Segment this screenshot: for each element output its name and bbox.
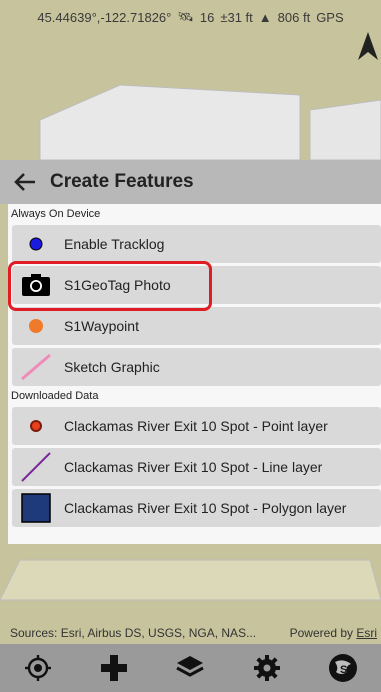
page-title: Create Features — [50, 171, 194, 192]
list-item-label: Clackamas River Exit 10 Spot - Polygon l… — [64, 500, 347, 516]
list-item-label: Sketch Graphic — [64, 359, 160, 375]
sketch-graphic-item[interactable]: Sketch Graphic — [12, 348, 381, 386]
locate-button[interactable] — [18, 648, 58, 688]
selection-highlight — [8, 261, 212, 311]
add-icon — [101, 655, 128, 681]
list-item-label: Clackamas River Exit 10 Spot - Line laye… — [64, 459, 323, 475]
line-layer-item[interactable]: Clackamas River Exit 10 Spot - Line laye… — [12, 448, 381, 486]
esri-link[interactable]: Esri — [356, 626, 377, 640]
red-point-icon — [30, 420, 42, 432]
list-item-label: Enable Tracklog — [64, 236, 165, 252]
accuracy-text: ±31 ft — [220, 9, 253, 25]
list-item-label: S1Waypoint — [64, 318, 139, 334]
north-arrow-icon[interactable] — [357, 30, 379, 62]
gps-source-text: GPS — [316, 9, 344, 25]
section-downloaded: Downloaded Data — [11, 390, 99, 402]
satellite-count: 16 — [199, 9, 215, 25]
back-button[interactable] — [0, 172, 50, 192]
polygon-layer-item[interactable]: Clackamas River Exit 10 Spot - Polygon l… — [12, 489, 381, 527]
gps-status-bar: 45.44639°,-122.71826° 🛰 16 ±31 ft ▲ 806 … — [0, 0, 381, 34]
list-item-label: Clackamas River Exit 10 Spot - Point lay… — [64, 418, 328, 434]
s1-logo-icon: S1 — [328, 654, 357, 682]
satellite-icon: 🛰 — [177, 9, 194, 24]
layers-icon — [176, 656, 205, 677]
elevation-text: 806 ft — [277, 9, 311, 25]
coordinates-text: 45.44639°,-122.71826° — [37, 9, 172, 25]
section-device: Always On Device — [11, 208, 101, 220]
pink-line-icon — [21, 353, 51, 381]
point-layer-item[interactable]: Clackamas River Exit 10 Spot - Point lay… — [12, 407, 381, 445]
blue-dot-icon — [29, 237, 43, 251]
locate-icon — [25, 655, 52, 681]
enable-tracklog-item[interactable]: Enable Tracklog — [12, 225, 381, 263]
features-list: Always On Device Enable Tracklog S1GeoTa… — [8, 204, 381, 544]
layers-button[interactable] — [170, 648, 210, 688]
waypoint-item[interactable]: S1Waypoint — [12, 307, 381, 345]
bottom-toolbar: S1 — [0, 644, 381, 692]
back-arrow-icon — [14, 173, 35, 191]
attribution-sources: Sources: Esri, Airbus DS, USGS, NGA, NAS… — [10, 626, 257, 640]
create-features-header: Create Features — [0, 160, 381, 204]
powered-by: Powered by Esri — [289, 626, 377, 640]
s1-menu-button[interactable]: S1 — [323, 648, 363, 688]
settings-icon — [253, 655, 280, 681]
map-attribution: Sources: Esri, Airbus DS, USGS, NGA, NAS… — [0, 622, 381, 644]
elevation-icon: ▲ — [258, 9, 272, 25]
add-button[interactable] — [94, 648, 134, 688]
polygon-icon — [21, 493, 51, 523]
orange-dot-icon — [29, 319, 43, 333]
svg-text:S1: S1 — [340, 664, 353, 676]
settings-button[interactable] — [247, 648, 287, 688]
purple-line-icon — [21, 452, 51, 482]
